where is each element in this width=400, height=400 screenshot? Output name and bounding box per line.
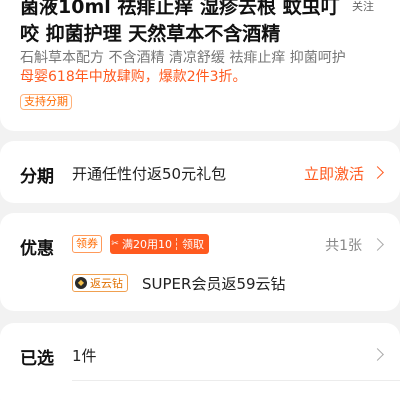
promo-text[interactable]: 母婴618年中放肆购，爆款2件3折。 (20, 67, 247, 87)
product-info-card: 菌液10ml 祛痱止痒 湿疹去根 蚊虫叮咬 抑菌护理 天然草本不含酒精 关注 石… (0, 0, 400, 131)
yun-badge-label: 返云钻 (90, 277, 123, 290)
row-divider (72, 380, 400, 381)
selected-value: 1件 (72, 347, 97, 365)
scissor-icon: ✂ (111, 239, 119, 249)
selected-label: 已选 (20, 349, 54, 369)
coupon-count: 共1张 (325, 238, 362, 254)
installment-label: 分期 (20, 167, 54, 187)
installment-offer-text: 开通任性付返50元礼包 (72, 165, 227, 183)
chevron-right-icon (371, 348, 384, 361)
super-member-reward-text: SUPER会员返59云钻 (142, 275, 286, 293)
selected-card[interactable]: 已选 1件 (0, 323, 400, 400)
activate-link[interactable]: 立即激活 (304, 163, 364, 184)
yun-diamond-badge: ◆ 返云钻 (72, 274, 128, 292)
product-title: 菌液10ml 祛痱止痒 湿疹去根 蚊虫叮咬 抑菌护理 天然草本不含酒精 (20, 0, 340, 45)
chevron-right-icon (371, 238, 384, 251)
coupon-claim-button[interactable]: 领取 (177, 236, 209, 252)
coupon-badge: 领券 (72, 235, 102, 253)
diamond-icon: ◆ (75, 277, 87, 289)
installment-support-tag: 支持分期 (20, 94, 72, 110)
follow-button[interactable]: 关注 (352, 0, 374, 14)
installment-row[interactable]: 分期 开通任性付返50元礼包 立即激活 (0, 141, 400, 203)
product-subtitle: 石斛草本配方 不含酒精 清凉舒缓 祛痱止痒 抑菌呵护 (20, 50, 346, 66)
coupon-amount: 满20用10 (122, 238, 172, 251)
discount-card[interactable]: 优惠 领券 ✂ 满20用10 领取 共1张 ◆ 返云钻 SUPER会员返59云钻 (0, 213, 400, 311)
discount-label: 优惠 (20, 239, 54, 259)
chevron-right-icon (371, 166, 384, 179)
coupon-ticket[interactable]: ✂ 满20用10 领取 (110, 234, 209, 254)
